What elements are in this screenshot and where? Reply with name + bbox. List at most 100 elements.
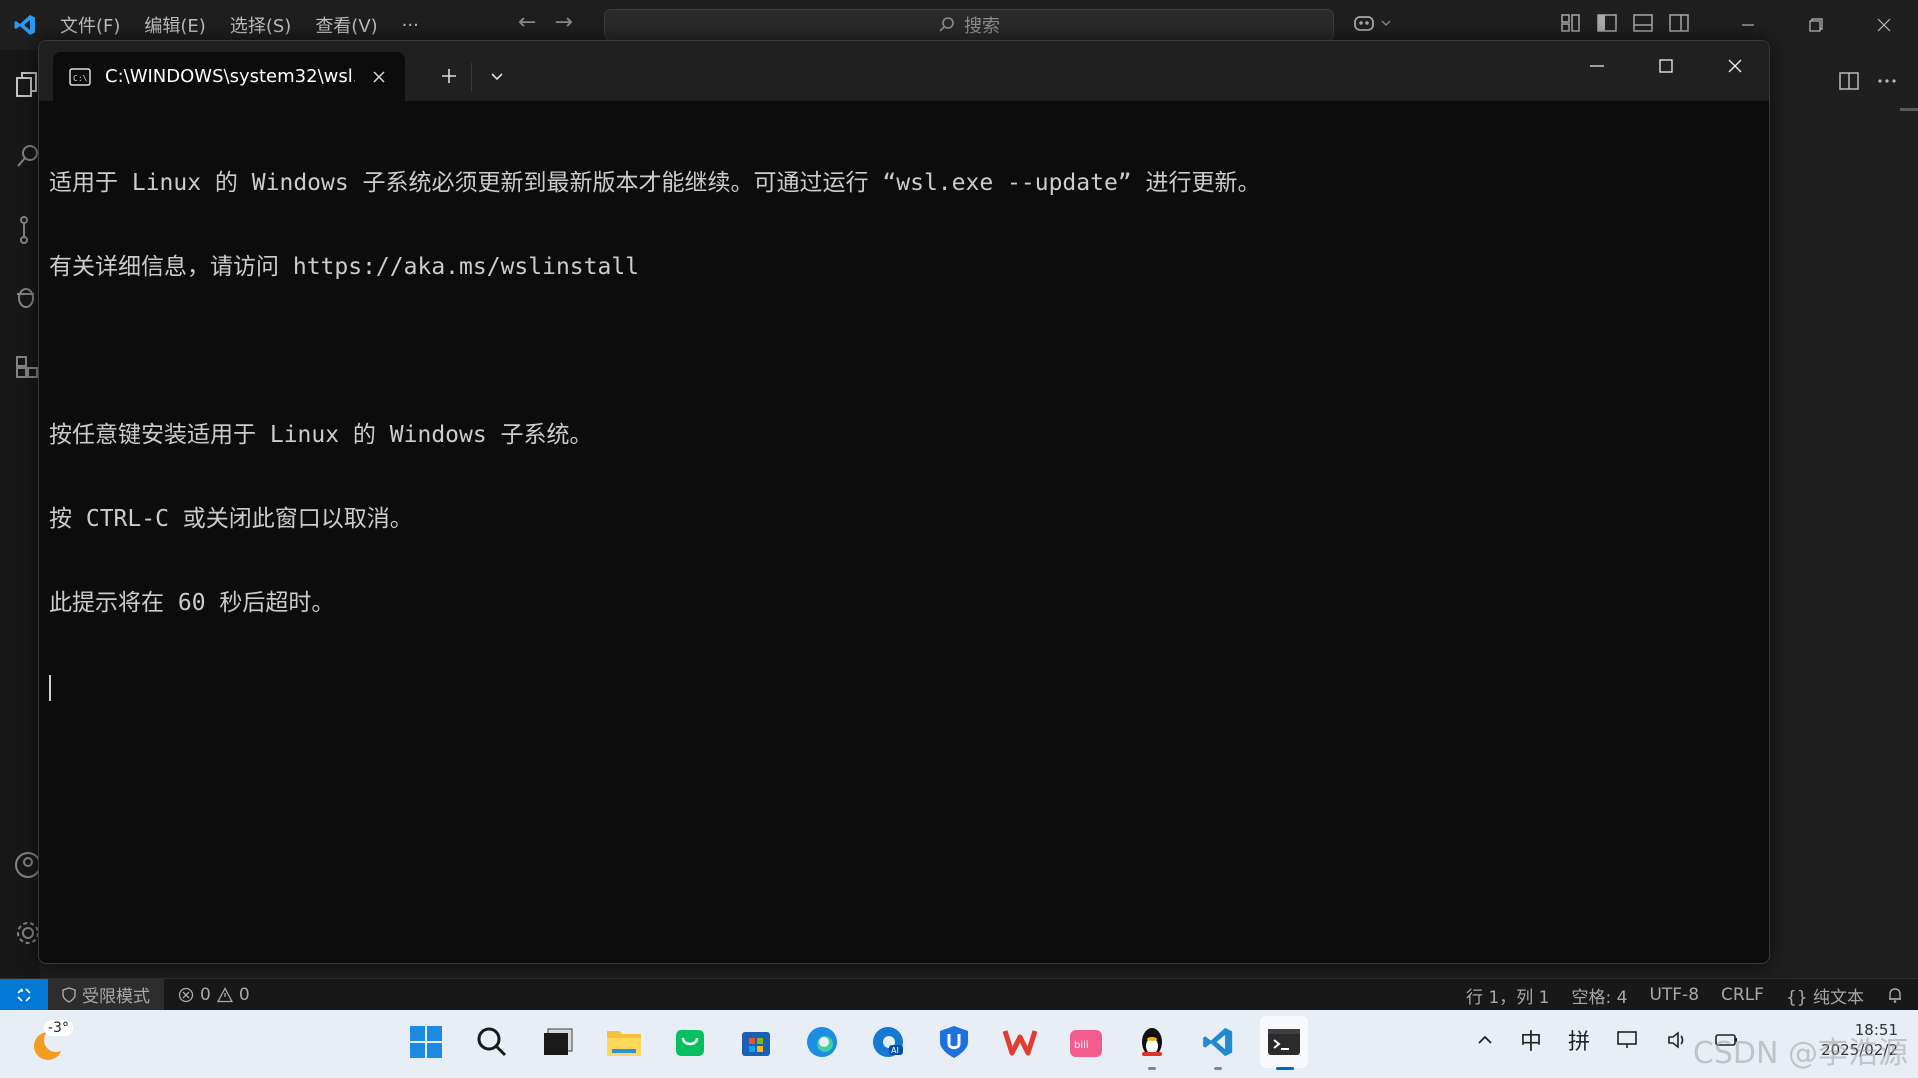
edge-icon: [807, 1027, 837, 1057]
bilibili-app[interactable]: bili: [1062, 1016, 1110, 1068]
svg-text:AI: AI: [891, 1046, 899, 1055]
editor-area: [1770, 50, 1918, 990]
edge-ai-icon: AI: [873, 1027, 903, 1057]
navigation-arrows: ← →: [518, 10, 573, 35]
remote-indicator[interactable]: [0, 978, 48, 1011]
terminal-line: 适用于 Linux 的 Windows 子系统必须更新到最新版本才能继续。可通过…: [49, 170, 1261, 196]
terminal-app[interactable]: [1260, 1016, 1308, 1070]
bell-icon[interactable]: [1886, 986, 1904, 1004]
ime-input-indicator[interactable]: 拼: [1568, 1024, 1590, 1056]
back-arrow-icon[interactable]: ←: [518, 10, 536, 35]
error-icon: [178, 987, 194, 1002]
task-view-button[interactable]: [534, 1016, 582, 1068]
terminal-tab[interactable]: C:\ C:\WINDOWS\system32\wsl.e: [53, 52, 405, 101]
menu-view[interactable]: 查看(V): [305, 12, 387, 38]
terminal-minimize-button[interactable]: [1562, 41, 1631, 91]
wps-icon: [1003, 1030, 1037, 1056]
search-icon: [939, 17, 954, 32]
source-control-icon[interactable]: [14, 215, 40, 245]
close-icon: [373, 70, 385, 83]
command-center-search[interactable]: 搜索: [604, 9, 1334, 41]
problems-indicator[interactable]: 0 0: [164, 985, 264, 1005]
qq-penguin-icon: [1142, 1028, 1162, 1056]
speaker-icon[interactable]: [1666, 1029, 1688, 1051]
forward-arrow-icon[interactable]: →: [554, 10, 572, 35]
vscode-close-button[interactable]: [1850, 0, 1918, 50]
terminal-close-button[interactable]: [1700, 41, 1769, 91]
language-mode-label: 纯文本: [1813, 987, 1864, 1008]
explorer-icon[interactable]: [14, 70, 40, 100]
terminal-icon: [1268, 1029, 1300, 1055]
menu-edit[interactable]: 编辑(E): [134, 12, 215, 38]
search-placeholder: 搜索: [964, 16, 1000, 37]
network-icon[interactable]: [1616, 1029, 1640, 1051]
microsoft-store-app[interactable]: [732, 1016, 780, 1068]
terminal-tab-title: C:\WINDOWS\system32\wsl.e: [105, 66, 355, 87]
security-app[interactable]: [930, 1016, 978, 1068]
copilot-button[interactable]: [1352, 12, 1392, 34]
accounts-icon[interactable]: [14, 850, 40, 880]
weather-temperature: -3°: [44, 1020, 73, 1036]
copilot-icon: [1354, 16, 1374, 31]
settings-gear-icon[interactable]: [14, 918, 40, 948]
new-tab-button[interactable]: [429, 59, 469, 93]
customize-layout-icon[interactable]: [1560, 12, 1582, 34]
run-debug-icon[interactable]: [14, 280, 40, 310]
start-button[interactable]: [402, 1016, 450, 1068]
text-cursor: [49, 674, 51, 701]
wps-app[interactable]: [996, 1016, 1044, 1068]
store-icon: [742, 1032, 770, 1056]
chevron-down-icon: [1381, 20, 1391, 26]
svg-text:bili: bili: [1074, 1040, 1089, 1051]
wechat-store-app[interactable]: [666, 1016, 714, 1068]
more-actions-icon[interactable]: [1876, 70, 1898, 92]
qq-app[interactable]: [1128, 1016, 1176, 1070]
extensions-icon[interactable]: [14, 352, 40, 382]
windows-taskbar: -3° AI bili 中 拼 18:51 2025/02/2 CSDN @李浩…: [0, 1010, 1918, 1078]
terminal-window-controls: [1562, 41, 1769, 91]
language-mode[interactable]: {} 纯文本: [1786, 983, 1864, 1008]
profile-dropdown-button[interactable]: [479, 59, 515, 93]
terminal-line: 按任意键安装适用于 Linux 的 Windows 子系统。: [49, 422, 593, 448]
chevron-up-icon[interactable]: [1476, 1031, 1494, 1049]
restricted-mode-label: 受限模式: [82, 987, 150, 1007]
cursor-position[interactable]: 行 1，列 1: [1466, 983, 1549, 1008]
csdn-watermark: CSDN @李浩源: [1692, 1036, 1908, 1071]
terminal-line: 此提示将在 60 秒后超时。: [49, 590, 335, 616]
shield-u-icon: [940, 1026, 968, 1058]
terminal-line: 按 CTRL-C 或关闭此窗口以取消。: [49, 506, 413, 532]
terminal-cursor-line: [49, 673, 1759, 701]
edge-app[interactable]: [798, 1016, 846, 1068]
remote-icon: [17, 987, 31, 1002]
menu-selection[interactable]: 选择(S): [220, 12, 301, 38]
toggle-panel-icon[interactable]: [1632, 12, 1654, 34]
active-indicator: [1276, 1067, 1294, 1070]
toggle-secondary-sidebar-icon[interactable]: [1668, 12, 1690, 34]
search-icon: [477, 1027, 507, 1057]
file-explorer-app[interactable]: [600, 1016, 648, 1068]
ime-mode-indicator[interactable]: 中: [1520, 1024, 1542, 1056]
vscode-restore-button[interactable]: [1782, 0, 1850, 50]
edge-ai-app[interactable]: AI: [864, 1016, 912, 1068]
split-editor-icon[interactable]: [1838, 70, 1860, 92]
menu-bar: 文件(F) 编辑(E) 选择(S) 查看(V) ···: [50, 12, 429, 38]
shield-icon: [62, 986, 76, 1003]
task-view-icon: [544, 1028, 573, 1055]
terminal-maximize-button[interactable]: [1631, 41, 1700, 91]
menu-file[interactable]: 文件(F): [50, 12, 130, 38]
encoding[interactable]: UTF-8: [1649, 985, 1699, 1005]
terminal-titlebar: C:\ C:\WINDOWS\system32\wsl.e: [39, 41, 1769, 101]
vscode-app[interactable]: [1194, 1016, 1242, 1070]
restricted-mode-indicator[interactable]: 受限模式: [48, 978, 164, 1011]
windows-logo-icon: [410, 1026, 442, 1058]
tab-close-button[interactable]: [369, 67, 389, 87]
menu-more[interactable]: ···: [392, 15, 429, 36]
taskbar-apps: AI bili: [402, 1016, 1308, 1070]
end-of-line[interactable]: CRLF: [1721, 985, 1764, 1005]
search-icon[interactable]: [14, 142, 40, 172]
green-bag-icon: [676, 1030, 704, 1056]
toggle-primary-sidebar-icon[interactable]: [1596, 12, 1618, 34]
indentation[interactable]: 空格: 4: [1572, 983, 1628, 1008]
search-button[interactable]: [468, 1016, 516, 1068]
terminal-output[interactable]: 适用于 Linux 的 Windows 子系统必须更新到最新版本才能继续。可通过…: [39, 101, 1769, 769]
